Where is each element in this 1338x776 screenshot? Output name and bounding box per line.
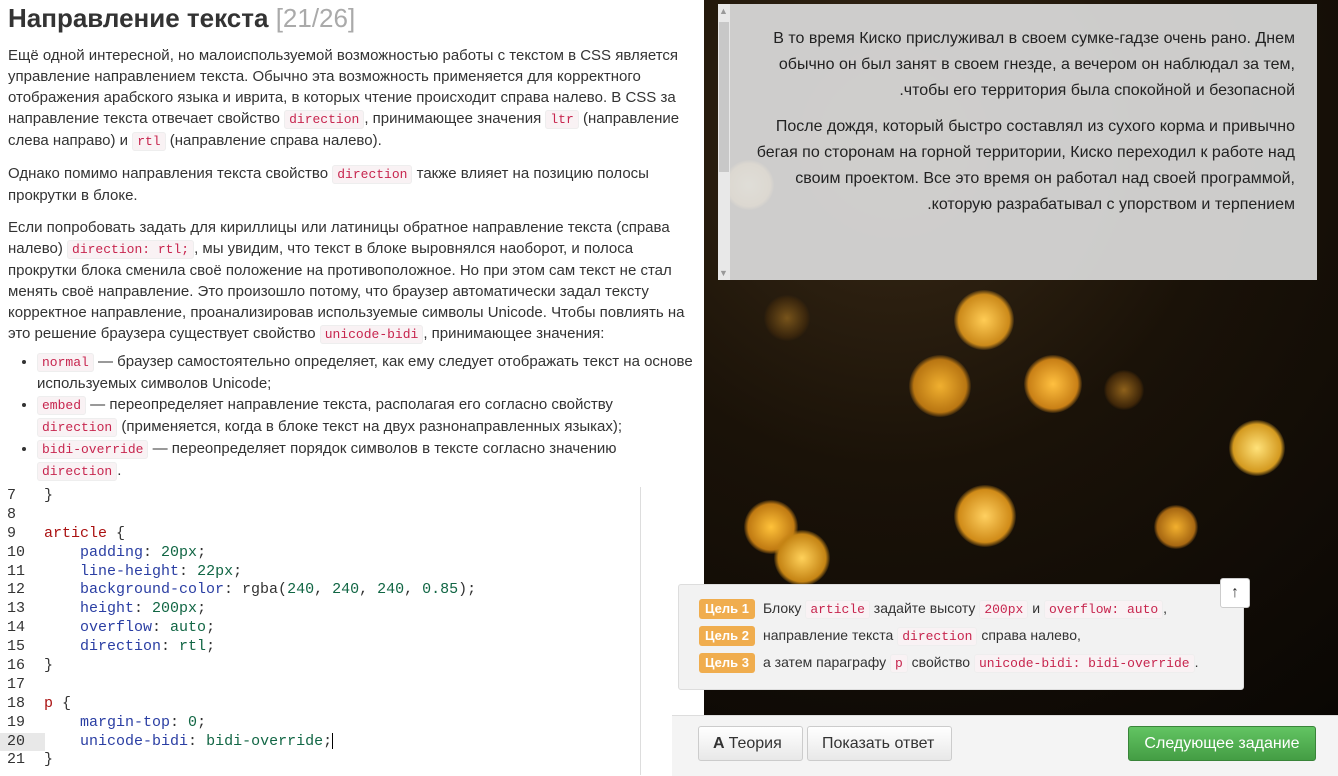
arrow-up-icon: ↑ xyxy=(1231,584,1239,601)
code-line[interactable]: 19 margin-top: 0; xyxy=(0,714,640,733)
goal-badge: Цель 2 xyxy=(699,626,755,646)
code-line[interactable]: 8 xyxy=(0,506,640,525)
code-editor[interactable]: 7} 8 9 article {10 padding: 20px; 11 line-he… xyxy=(0,487,641,775)
bokeh-light xyxy=(954,485,1016,547)
line-number: 15 xyxy=(7,638,26,656)
code-line[interactable]: 14 overflow: auto; xyxy=(0,619,640,638)
code-text[interactable]: article { xyxy=(44,525,125,544)
bokeh-light xyxy=(909,355,971,417)
bokeh-light xyxy=(1229,420,1285,476)
bokeh-light xyxy=(954,290,1014,350)
article-paragraph-1: В то время Киско прислуживал в своем сум… xyxy=(773,30,1295,99)
code-direction: direction xyxy=(284,110,365,129)
code-text[interactable]: padding: 20px; xyxy=(44,544,206,563)
code-text[interactable]: overflow: auto; xyxy=(44,619,215,638)
article-content: В то время Киско прислуживал в своем сум… xyxy=(750,26,1295,228)
bokeh-light xyxy=(1104,370,1144,410)
code-line[interactable]: 7} xyxy=(0,487,640,506)
code-ltr: ltr xyxy=(545,110,579,129)
goals-panel: Цель 1 Блоку article задайте высоту 200px… xyxy=(678,584,1244,690)
line-number: 13 xyxy=(7,600,26,618)
bokeh-light xyxy=(1154,505,1198,549)
line-number: 7 xyxy=(7,487,17,504)
code-line[interactable]: 12 background-color: rgba(240, 240, 240,… xyxy=(0,581,640,600)
code-rtl: rtl xyxy=(132,132,166,151)
code-text[interactable]: line-height: 22px; xyxy=(44,563,242,582)
bokeh-light xyxy=(774,530,830,586)
lesson-counter: [21/26] xyxy=(275,3,356,33)
code-line[interactable]: 16} xyxy=(0,657,640,676)
line-number: 21 xyxy=(7,751,26,769)
theory-button[interactable]: A Теория xyxy=(698,726,803,761)
theory-paragraph-2: Однако помимо направления текста свойств… xyxy=(8,165,649,204)
theory-paragraph-1: Ещё одной интересной, но малоиспользуемо… xyxy=(8,47,680,151)
values-list: normal — браузер самостоятельно определя… xyxy=(8,351,696,482)
code-line[interactable]: 15 direction: rtl; xyxy=(0,638,640,657)
line-number: 12 xyxy=(7,581,26,599)
list-item: normal — браузер самостоятельно определя… xyxy=(37,351,696,394)
code-direction: direction xyxy=(332,165,413,184)
code-text[interactable]: direction: rtl; xyxy=(44,638,215,657)
scroll-thumb[interactable] xyxy=(719,22,729,172)
line-number: 19 xyxy=(7,713,26,731)
bottom-toolbar: A Теория Показать ответ Следующее задание xyxy=(672,715,1338,776)
line-number: 20 xyxy=(0,732,45,752)
list-item: embed — переопределяет направление текст… xyxy=(37,394,696,438)
code-line[interactable]: 18 p { xyxy=(0,695,640,714)
code-text[interactable]: p { xyxy=(44,695,71,714)
code-text[interactable]: background-color: rgba(240, 240, 240, 0.… xyxy=(44,581,476,600)
theory-paragraph-3: Если попробовать задать для кириллицы ил… xyxy=(8,219,685,344)
code-text[interactable]: height: 200px; xyxy=(44,600,206,619)
line-number: 16 xyxy=(7,657,26,675)
code-text[interactable]: } xyxy=(44,751,53,770)
article-scrollbar[interactable]: ▲ ▼ xyxy=(718,4,730,280)
code-text[interactable]: margin-top: 0; xyxy=(44,714,206,733)
code-text[interactable]: } xyxy=(44,487,53,506)
line-number: 10 xyxy=(7,543,26,561)
code-line[interactable]: 10 padding: 20px; xyxy=(0,544,640,563)
code-line[interactable]: 17 xyxy=(0,676,640,695)
code-line[interactable]: 21} xyxy=(0,751,640,770)
theory-body: Ещё одной интересной, но малоиспользуемо… xyxy=(0,45,704,482)
code-text[interactable]: unicode-bidi: bidi-override; xyxy=(44,733,334,752)
list-item: bidi-override — переопределяет порядок с… xyxy=(37,438,696,482)
goal-badge: Цель 1 xyxy=(699,599,755,619)
goal-2: Цель 2 направление текста direction справ… xyxy=(699,625,1081,646)
goal-badge: Цель 3 xyxy=(699,653,755,673)
code-line[interactable]: 9 article { xyxy=(0,525,640,544)
code-line[interactable]: 13 height: 200px; xyxy=(0,600,640,619)
preview-article[interactable]: ▲ ▼ В то время Киско прислуживал в своем… xyxy=(718,4,1317,280)
line-number: 9 xyxy=(7,524,17,542)
line-number: 11 xyxy=(7,562,26,580)
line-number: 8 xyxy=(7,505,17,523)
bokeh-light xyxy=(1024,355,1082,413)
collapse-goals-button[interactable]: ↑ xyxy=(1220,578,1250,608)
theory-icon: A xyxy=(713,735,725,752)
scroll-up-icon[interactable]: ▲ xyxy=(719,6,728,16)
show-answer-button[interactable]: Показать ответ xyxy=(807,726,952,761)
code-direction-rtl: direction: rtl; xyxy=(67,240,195,259)
theory-panel: Направление текста [21/26] Ещё одной инт… xyxy=(0,0,704,487)
scroll-down-icon[interactable]: ▼ xyxy=(719,268,728,278)
code-text[interactable]: } xyxy=(44,657,53,676)
goal-3: Цель 3а затем параграфу p свойство unico… xyxy=(699,652,1198,673)
line-number: 17 xyxy=(7,675,26,693)
code-line[interactable]: 11 line-height: 22px; xyxy=(0,563,640,582)
lesson-title: Направление текста [21/26] xyxy=(8,3,356,33)
goal-1: Цель 1 Блоку article задайте высоту 200px… xyxy=(699,598,1167,619)
bokeh-light xyxy=(764,295,810,341)
article-paragraph-2: После дождя, который быстро составлял из… xyxy=(756,118,1295,213)
code-line[interactable]: 20 unicode-bidi: bidi-override; xyxy=(0,732,640,752)
code-unicode-bidi: unicode-bidi xyxy=(319,325,424,344)
next-task-button[interactable]: Следующее задание xyxy=(1128,726,1316,761)
line-number: 14 xyxy=(7,619,26,637)
line-number: 18 xyxy=(7,694,26,712)
